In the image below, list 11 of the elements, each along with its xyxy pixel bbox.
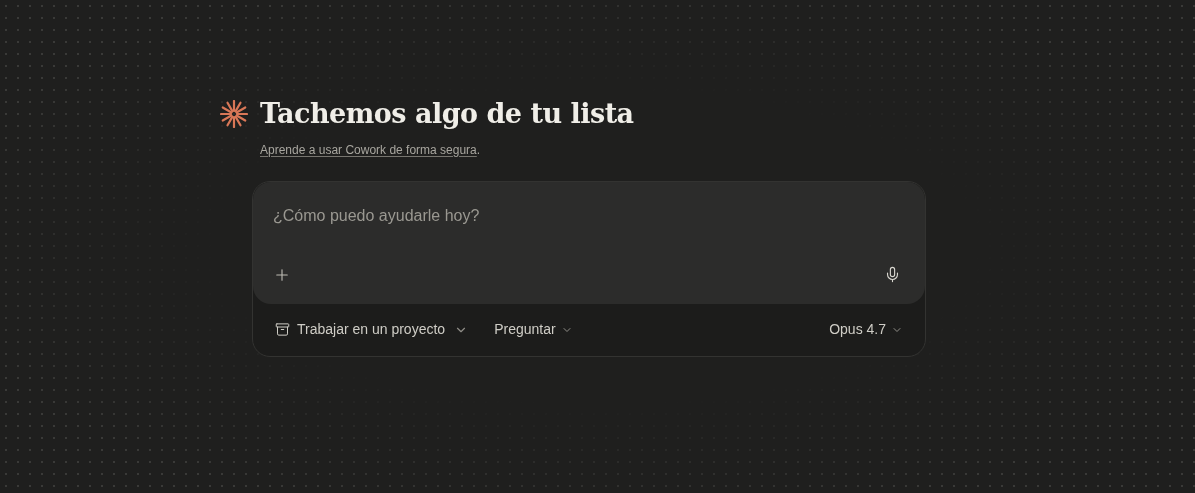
mode-dropdown[interactable]: Preguntar xyxy=(494,319,573,340)
page-heading: Tachemos algo de tu lista xyxy=(260,97,634,131)
microphone-icon xyxy=(884,266,901,283)
model-dropdown[interactable]: Opus 4.7 xyxy=(829,319,903,340)
microphone-button[interactable] xyxy=(884,266,901,283)
project-dropdown[interactable]: Trabajar en un proyecto xyxy=(275,319,469,340)
box-icon xyxy=(275,322,290,337)
safety-link-text: Aprende a usar Cowork de forma segura. xyxy=(260,142,481,157)
message-input-field[interactable]: ¿Cómo puedo ayudarle hoy? xyxy=(273,203,905,228)
starburst-logo-icon xyxy=(220,100,248,129)
safety-link[interactable]: Aprende a usar Cowork de forma segura xyxy=(260,142,477,157)
